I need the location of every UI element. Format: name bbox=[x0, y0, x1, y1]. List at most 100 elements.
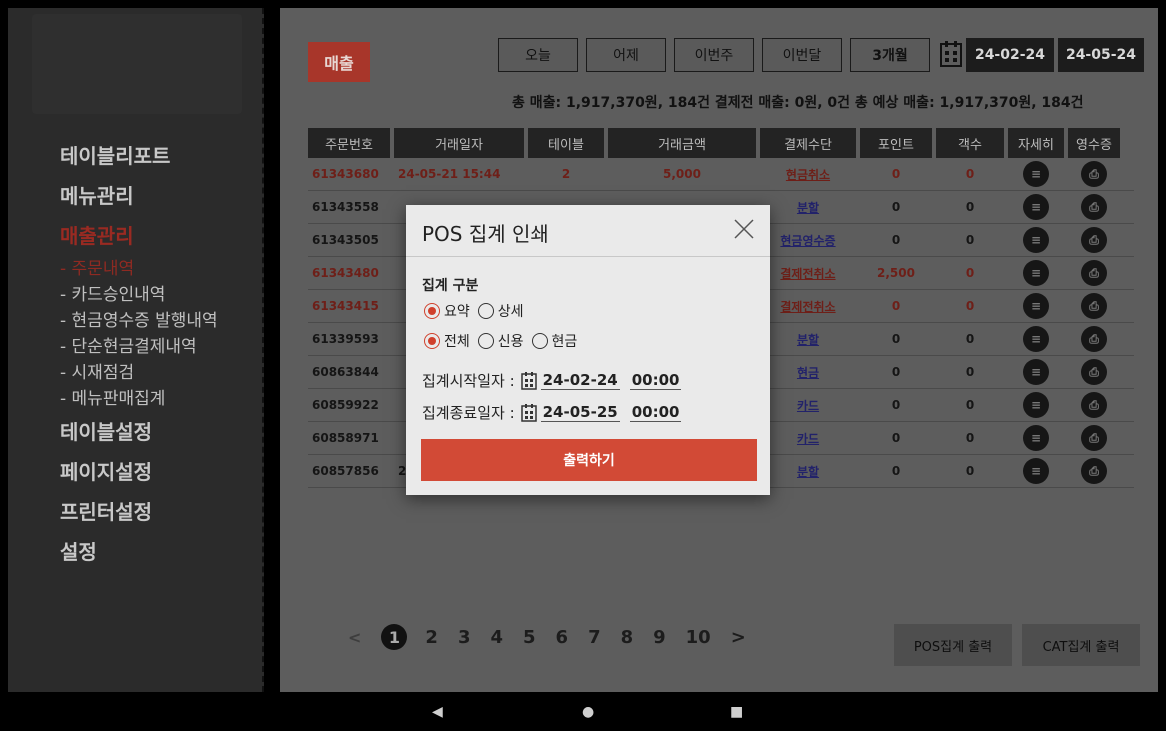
start-date-field[interactable]: 24-02-24 bbox=[540, 371, 620, 390]
recent-apps-icon[interactable]: ■ bbox=[730, 704, 743, 720]
print-receipt-icon[interactable]: ⎙ bbox=[1081, 227, 1107, 253]
sidebar-item-menu-management[interactable]: 메뉴관리 bbox=[60, 176, 218, 216]
table-row[interactable]: 61343680 24-05-21 15:44 2 5,000 현금취소 0 0 ≡ ⎙ bbox=[308, 158, 1134, 191]
sidebar-subitem-order-history[interactable]: - 주문내역 bbox=[60, 256, 218, 282]
radio-summary-label[interactable]: 요약 bbox=[444, 301, 470, 321]
print-receipt-icon[interactable]: ⎙ bbox=[1081, 458, 1107, 484]
detail-icon[interactable]: ≡ bbox=[1023, 194, 1049, 220]
detail-icon[interactable]: ≡ bbox=[1023, 260, 1049, 286]
payment-method-link[interactable]: 분할 bbox=[797, 199, 819, 216]
print-receipt-icon[interactable]: ⎙ bbox=[1081, 260, 1107, 286]
detail-icon[interactable]: ≡ bbox=[1023, 392, 1049, 418]
cat-summary-print-button[interactable]: CAT집계 출력 bbox=[1022, 624, 1140, 666]
pos-summary-print-button[interactable]: POS집계 출력 bbox=[894, 624, 1012, 666]
payment-method-link[interactable]: 현금취소 bbox=[786, 166, 830, 183]
cell-payment: 결제전취소 bbox=[760, 298, 856, 315]
prev-page-button[interactable]: < bbox=[348, 628, 361, 647]
page-10-button[interactable]: 10 bbox=[686, 627, 711, 648]
sidebar-item-page-settings[interactable]: 페이지설정 bbox=[60, 452, 218, 492]
print-receipt-icon[interactable]: ⎙ bbox=[1081, 359, 1107, 385]
print-receipt-icon[interactable]: ⎙ bbox=[1081, 425, 1107, 451]
page-7-button[interactable]: 7 bbox=[588, 627, 601, 648]
sidebar-item-settings[interactable]: 설정 bbox=[60, 532, 218, 572]
page-1-button[interactable]: 1 bbox=[381, 624, 408, 650]
detail-icon[interactable]: ≡ bbox=[1023, 425, 1049, 451]
sidebar-subitem-simple-cash[interactable]: - 단순현금결제내역 bbox=[60, 334, 218, 360]
end-date-button[interactable]: 24-05-24 bbox=[1058, 38, 1144, 72]
radio-cash-label[interactable]: 현금 bbox=[552, 331, 578, 351]
radio-summary[interactable] bbox=[424, 303, 440, 319]
detail-icon[interactable]: ≡ bbox=[1023, 359, 1049, 385]
cell-order: 60859922 bbox=[312, 398, 379, 412]
cell-receipt: ⎙ bbox=[1068, 359, 1120, 385]
range-today-button[interactable]: 오늘 bbox=[498, 38, 578, 72]
sidebar-subitem-cash-receipt[interactable]: - 현금영수증 발행내역 bbox=[60, 308, 218, 334]
payment-method-link[interactable]: 현금 bbox=[797, 364, 819, 381]
detail-icon[interactable]: ≡ bbox=[1023, 161, 1049, 187]
home-icon[interactable]: ● bbox=[582, 704, 594, 720]
header-detail: 자세히 bbox=[1008, 128, 1064, 158]
print-receipt-icon[interactable]: ⎙ bbox=[1081, 161, 1107, 187]
range-this-month-button[interactable]: 이번달 bbox=[762, 38, 842, 72]
print-receipt-icon[interactable]: ⎙ bbox=[1081, 194, 1107, 220]
start-time-field[interactable]: 00:00 bbox=[629, 371, 682, 390]
page-4-button[interactable]: 4 bbox=[490, 627, 503, 648]
radio-credit-label[interactable]: 신용 bbox=[498, 331, 524, 351]
payment-method-link[interactable]: 결제전취소 bbox=[780, 265, 835, 282]
sidebar-subitem-cash-check[interactable]: - 시재점검 bbox=[60, 360, 218, 386]
payment-method-link[interactable]: 분할 bbox=[797, 331, 819, 348]
page-8-button[interactable]: 8 bbox=[621, 627, 634, 648]
radio-all-label[interactable]: 전체 bbox=[444, 331, 470, 351]
start-date-button[interactable]: 24-02-24 bbox=[966, 38, 1054, 72]
cell-detail: ≡ bbox=[1008, 227, 1064, 253]
dialog-title: POS 집계 인쇄 bbox=[422, 222, 549, 246]
detail-icon[interactable]: ≡ bbox=[1023, 227, 1049, 253]
back-icon[interactable]: ◀ bbox=[432, 704, 443, 720]
payment-method-link[interactable]: 카드 bbox=[797, 430, 819, 447]
page-3-button[interactable]: 3 bbox=[458, 627, 471, 648]
print-button[interactable]: 출력하기 bbox=[421, 439, 757, 481]
calendar-icon[interactable] bbox=[520, 403, 537, 422]
radio-all[interactable] bbox=[424, 333, 440, 349]
page-5-button[interactable]: 5 bbox=[523, 627, 536, 648]
radio-credit[interactable] bbox=[477, 333, 494, 349]
print-receipt-icon[interactable]: ⎙ bbox=[1081, 326, 1107, 352]
range-this-week-button[interactable]: 이번주 bbox=[674, 38, 754, 72]
payment-method-link[interactable]: 결제전취소 bbox=[780, 298, 835, 315]
range-yesterday-button[interactable]: 어제 bbox=[586, 38, 666, 72]
sidebar-item-table-report[interactable]: 테이블리포트 bbox=[60, 136, 218, 176]
payment-method-link[interactable]: 카드 bbox=[797, 397, 819, 414]
cell-detail: ≡ bbox=[1008, 260, 1064, 286]
radio-detail[interactable] bbox=[477, 303, 494, 319]
radio-cash[interactable] bbox=[531, 333, 548, 349]
sidebar-item-sales-management[interactable]: 매출관리 bbox=[60, 216, 218, 256]
end-date-field[interactable]: 24-05-25 bbox=[540, 403, 620, 422]
sales-tab-button[interactable]: 매출 bbox=[308, 42, 370, 82]
calendar-icon[interactable] bbox=[940, 41, 962, 67]
cell-detail: ≡ bbox=[1008, 425, 1064, 451]
sidebar-subitem-card-approval[interactable]: - 카드승인내역 bbox=[60, 282, 218, 308]
calendar-icon[interactable] bbox=[520, 371, 537, 390]
sidebar-subitem-menu-sales[interactable]: - 메뉴판매집계 bbox=[60, 386, 218, 412]
payment-method-link[interactable]: 분할 bbox=[797, 463, 819, 480]
sidebar-item-table-settings[interactable]: 테이블설정 bbox=[60, 412, 218, 452]
end-time-field[interactable]: 00:00 bbox=[629, 403, 682, 422]
print-receipt-icon[interactable]: ⎙ bbox=[1081, 392, 1107, 418]
payment-method-link[interactable]: 현금영수증 bbox=[780, 232, 835, 249]
header-point: 포인트 bbox=[860, 128, 932, 158]
radio-detail-label[interactable]: 상세 bbox=[498, 301, 524, 321]
page-2-button[interactable]: 2 bbox=[425, 627, 438, 648]
print-receipt-icon[interactable]: ⎙ bbox=[1081, 293, 1107, 319]
close-icon[interactable] bbox=[732, 217, 756, 241]
sidebar-item-printer-settings[interactable]: 프린터설정 bbox=[60, 492, 218, 532]
detail-icon[interactable]: ≡ bbox=[1023, 458, 1049, 484]
cell-payment: 현금영수증 bbox=[760, 232, 856, 249]
page-9-button[interactable]: 9 bbox=[653, 627, 666, 648]
detail-icon[interactable]: ≡ bbox=[1023, 326, 1049, 352]
cell-guests: 0 bbox=[965, 332, 975, 346]
detail-icon[interactable]: ≡ bbox=[1023, 293, 1049, 319]
range-3-months-button[interactable]: 3개월 bbox=[850, 38, 930, 72]
page-6-button[interactable]: 6 bbox=[556, 627, 569, 648]
cell-receipt: ⎙ bbox=[1068, 260, 1120, 286]
next-page-button[interactable]: > bbox=[731, 627, 746, 648]
